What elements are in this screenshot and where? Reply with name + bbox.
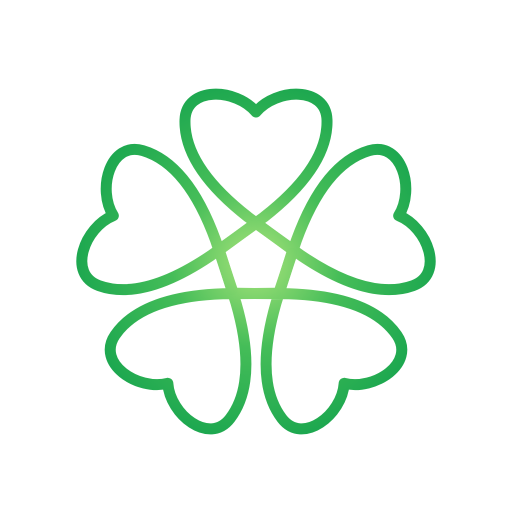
clover-logo-icon [76, 88, 436, 435]
logo-canvas [0, 0, 512, 512]
petal-group [76, 88, 436, 435]
